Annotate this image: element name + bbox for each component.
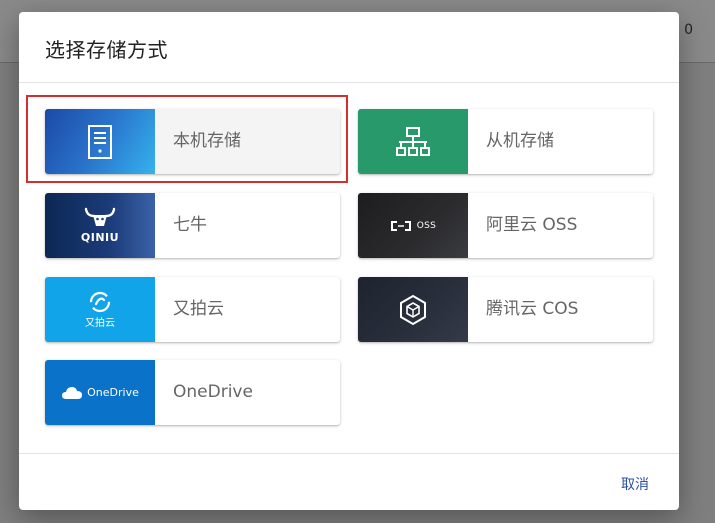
onedrive-logo-text: OneDrive <box>87 386 139 399</box>
storage-option-label: 又拍云 <box>173 299 224 319</box>
dialog-header-divider <box>19 82 679 83</box>
storage-option-label: 腾讯云 COS <box>486 299 579 319</box>
storage-option-label: 从机存储 <box>486 131 554 151</box>
storage-option-label: 七牛 <box>173 215 207 235</box>
storage-option-onedrive[interactable]: OneDrive OneDrive <box>45 360 340 425</box>
onedrive-logo: OneDrive <box>45 360 155 425</box>
storage-option-qiniu[interactable]: QINIU 七牛 <box>45 193 340 258</box>
aliyun-oss-logo-text: OSS <box>416 220 437 231</box>
storage-option-upyun[interactable]: 又拍云 又拍云 <box>45 277 340 342</box>
aliyun-oss-logo: OSS <box>358 193 468 258</box>
storage-option-local[interactable]: 本机存储 <box>45 109 340 174</box>
network-icon <box>358 109 468 174</box>
cancel-button[interactable]: 取消 <box>613 470 657 498</box>
server-icon <box>45 109 155 174</box>
tencent-cos-logo <box>358 277 468 342</box>
dialog-footer-divider <box>19 453 679 454</box>
storage-option-tencent-cos[interactable]: 腾讯云 COS <box>358 277 653 342</box>
upyun-logo-text: 又拍云 <box>85 317 115 329</box>
qiniu-logo-text: QINIU <box>80 231 120 244</box>
storage-option-aliyun-oss[interactable]: OSS 阿里云 OSS <box>358 193 653 258</box>
background-count: 0 <box>684 22 693 38</box>
storage-option-label: 阿里云 OSS <box>486 215 578 235</box>
dialog-title: 选择存储方式 <box>45 38 168 62</box>
storage-option-slave[interactable]: 从机存储 <box>358 109 653 174</box>
qiniu-logo: QINIU <box>45 193 155 258</box>
upyun-logo: 又拍云 <box>45 277 155 342</box>
storage-option-label: OneDrive <box>173 382 253 402</box>
storage-select-dialog: 选择存储方式 本机存储 从机存储 QINIU 七牛 OSS 阿里云 OSS 又拍… <box>19 12 679 510</box>
storage-option-label: 本机存储 <box>173 131 241 151</box>
